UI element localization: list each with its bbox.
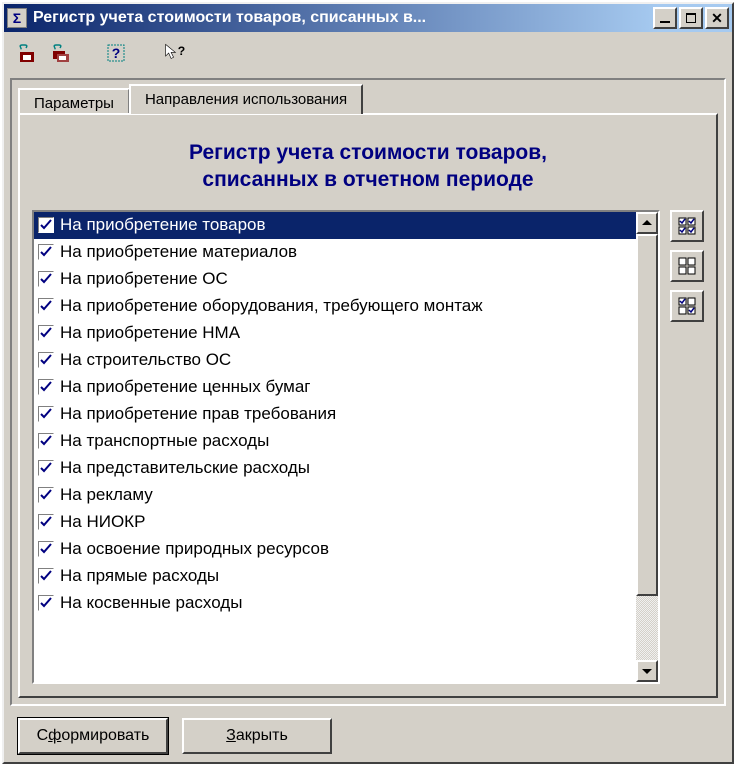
list-item[interactable]: На приобретение НМА	[34, 320, 636, 347]
list-item[interactable]: На представительские расходы	[34, 455, 636, 482]
checkbox[interactable]	[38, 217, 54, 233]
list-item-label: На приобретение ценных бумаг	[60, 377, 311, 397]
tab-parameters[interactable]: Параметры	[18, 88, 130, 116]
maximize-button[interactable]	[679, 7, 703, 29]
help-icon[interactable]: ?	[104, 41, 128, 65]
checkbox[interactable]	[38, 514, 54, 530]
invert-selection-button[interactable]	[670, 290, 704, 322]
scroll-down-button[interactable]	[636, 660, 658, 682]
list-item-label: На представительские расходы	[60, 458, 310, 478]
checkbox[interactable]	[38, 325, 54, 341]
list-item-label: На строительство ОС	[60, 350, 231, 370]
checkbox[interactable]	[38, 298, 54, 314]
heading-line-1: Регистр учета стоимости товаров,	[52, 139, 684, 166]
checkbox[interactable]	[38, 568, 54, 584]
checkbox[interactable]	[38, 541, 54, 557]
checkbox[interactable]	[38, 352, 54, 368]
bottom-bar: Сформировать Закрыть	[10, 718, 726, 754]
list-item-label: На приобретение товаров	[60, 215, 266, 235]
list-item-label: На приобретение прав требования	[60, 404, 336, 424]
close-window-button[interactable]: ✕	[705, 7, 729, 29]
list-item-label: На рекламу	[60, 485, 153, 505]
save-records-icon[interactable]	[50, 41, 74, 65]
list-item[interactable]: На приобретение прав требования	[34, 401, 636, 428]
titlebar: Σ Регистр учета стоимости товаров, списа…	[4, 4, 732, 32]
list-item[interactable]: На приобретение ОС	[34, 266, 636, 293]
list-item[interactable]: На приобретение товаров	[34, 212, 636, 239]
list-item[interactable]: На строительство ОС	[34, 347, 636, 374]
app-window: Σ Регистр учета стоимости товаров, списа…	[2, 2, 734, 764]
scroll-up-button[interactable]	[636, 212, 658, 234]
directions-list[interactable]: На приобретение товаров На приобретение м…	[32, 210, 660, 684]
list-item-label: На прямые расходы	[60, 566, 219, 586]
tab-directions[interactable]: Направления использования	[129, 84, 363, 114]
list-item-label: На транспортные расходы	[60, 431, 269, 451]
list-item-label: На косвенные расходы	[60, 593, 242, 613]
close-button[interactable]: Закрыть	[182, 718, 332, 754]
list-item-label: На НИОКР	[60, 512, 145, 532]
checkbox[interactable]	[38, 487, 54, 503]
list-item[interactable]: На приобретение оборудования, требующего…	[34, 293, 636, 320]
generate-button[interactable]: Сформировать	[18, 718, 168, 754]
checkbox[interactable]	[38, 244, 54, 260]
list-item[interactable]: На освоение природных ресурсов	[34, 536, 636, 563]
list-item[interactable]: На приобретение ценных бумаг	[34, 374, 636, 401]
checkbox[interactable]	[38, 433, 54, 449]
toolbar: ? ?	[4, 32, 732, 74]
checkbox[interactable]	[38, 271, 54, 287]
content-frame: Параметры Направления использования Реги…	[10, 78, 726, 706]
cursor-help-icon[interactable]: ?	[158, 38, 194, 68]
window-controls: ✕	[653, 7, 729, 29]
list-item[interactable]: На НИОКР	[34, 509, 636, 536]
checkbox[interactable]	[38, 460, 54, 476]
list-item-label: На приобретение НМА	[60, 323, 240, 343]
list-item[interactable]: На рекламу	[34, 482, 636, 509]
app-icon: Σ	[7, 8, 27, 28]
list-item[interactable]: На транспортные расходы	[34, 428, 636, 455]
list-item-label: На приобретение материалов	[60, 242, 297, 262]
save-record-icon[interactable]	[16, 41, 40, 65]
list-item-label: На освоение природных ресурсов	[60, 539, 329, 559]
check-all-button[interactable]	[670, 210, 704, 242]
list-item[interactable]: На прямые расходы	[34, 563, 636, 590]
list-item-label: На приобретение ОС	[60, 269, 228, 289]
scrollbar[interactable]	[636, 212, 658, 682]
checkbox[interactable]	[38, 595, 54, 611]
checkbox[interactable]	[38, 379, 54, 395]
list-item[interactable]: На приобретение материалов	[34, 239, 636, 266]
page-heading: Регистр учета стоимости товаров, списанн…	[52, 139, 684, 194]
heading-line-2: списанных в отчетном периоде	[52, 166, 684, 193]
tab-panel: Регистр учета стоимости товаров, списанн…	[18, 113, 718, 698]
list-item[interactable]: На косвенные расходы	[34, 590, 636, 617]
tabs: Параметры Направления использования	[18, 84, 718, 114]
svg-text:?: ?	[178, 44, 185, 58]
list-item-label: На приобретение оборудования, требующего…	[60, 296, 483, 316]
minimize-button[interactable]	[653, 7, 677, 29]
window-title: Регистр учета стоимости товаров, списанн…	[33, 9, 653, 27]
svg-text:?: ?	[112, 45, 121, 61]
scroll-thumb[interactable]	[636, 234, 658, 596]
checkbox[interactable]	[38, 406, 54, 422]
scroll-track[interactable]	[636, 234, 658, 660]
list-action-buttons	[670, 210, 704, 684]
uncheck-all-button[interactable]	[670, 250, 704, 282]
